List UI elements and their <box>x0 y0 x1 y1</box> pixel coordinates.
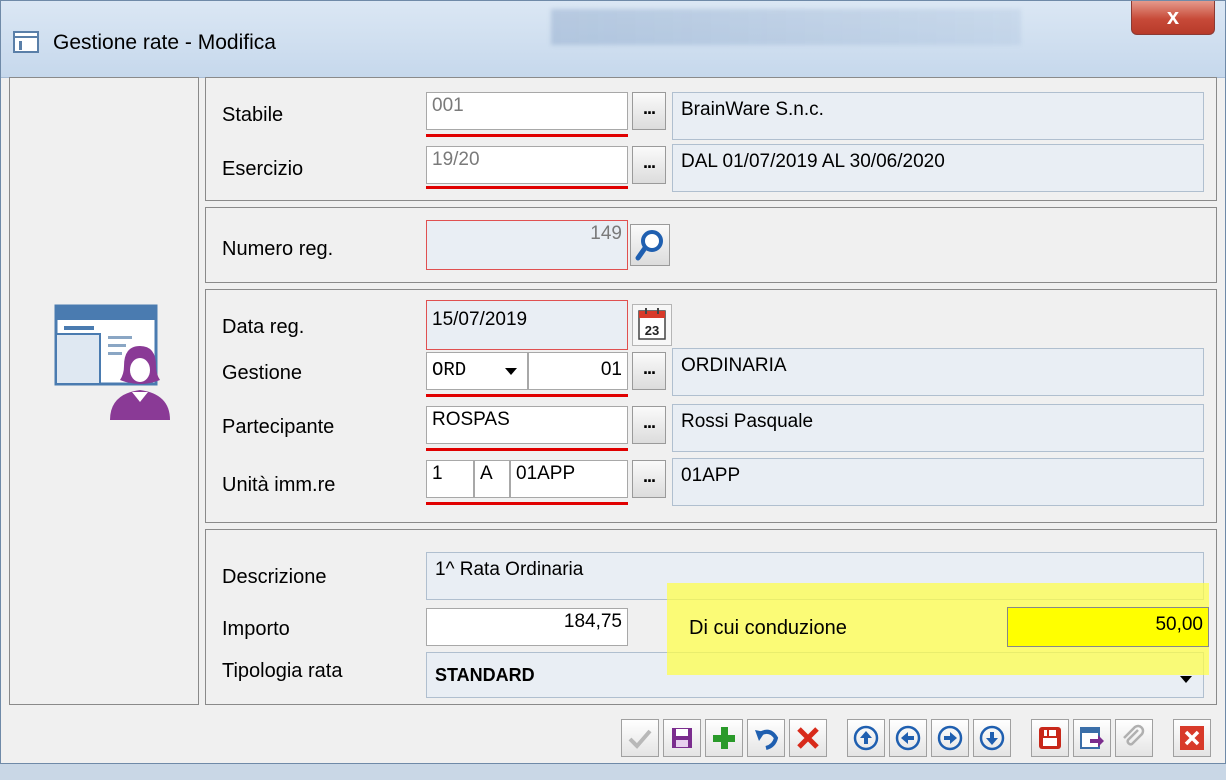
gestione-type-select[interactable]: ORD <box>426 352 528 390</box>
attach-icon <box>1123 724 1145 746</box>
user-form-icon <box>54 304 170 420</box>
unita-label: Unità imm.re <box>222 474 336 496</box>
unita-part1-input[interactable]: 1 <box>426 460 474 498</box>
required-underline <box>426 448 628 451</box>
importo-input[interactable]: 184,75 <box>426 608 628 646</box>
gestione-label: Gestione <box>222 362 303 384</box>
confirm-button[interactable] <box>621 719 659 757</box>
required-underline <box>426 394 628 397</box>
data-reg-label: Data reg. <box>222 316 305 338</box>
unita-part3-input[interactable]: 01APP <box>510 460 628 498</box>
save-icon <box>672 728 692 748</box>
close-icon <box>1180 726 1204 750</box>
youtube-icon <box>1039 727 1061 749</box>
export-icon <box>1080 727 1104 749</box>
descrizione-label: Descrizione <box>222 566 327 588</box>
save-button[interactable] <box>663 719 701 757</box>
partecipante-label: Partecipante <box>222 416 335 438</box>
calendar-icon: 23 <box>638 308 666 340</box>
gestione-code-input[interactable]: 01 <box>528 352 628 390</box>
title-bar: Gestione rate - Modifica x <box>1 1 1225 78</box>
importo-label: Importo <box>222 618 290 640</box>
arrow-left-icon <box>895 725 921 751</box>
unita-lookup-button[interactable]: ... <box>632 460 666 498</box>
calendar-day: 23 <box>645 323 659 338</box>
partecipante-code-input[interactable]: ROSPAS <box>426 406 628 444</box>
arrow-down-icon <box>979 725 1005 751</box>
undo-icon <box>755 729 779 750</box>
gestione-lookup-button[interactable]: ... <box>632 352 666 390</box>
stabile-lookup-button[interactable]: ... <box>632 92 666 130</box>
arrow-right-icon <box>937 725 963 751</box>
search-icon <box>635 230 663 261</box>
check-icon <box>628 729 652 749</box>
window-title: Gestione rate - Modifica <box>53 31 276 54</box>
unita-part2-input[interactable]: A <box>474 460 510 498</box>
required-underline <box>426 186 628 189</box>
close-window-button[interactable]: x <box>1131 1 1215 35</box>
export-button[interactable] <box>1073 719 1111 757</box>
add-button[interactable] <box>705 719 743 757</box>
group-numero-reg: Numero reg. 149 <box>205 207 1217 283</box>
attach-button[interactable] <box>1115 719 1153 757</box>
tipologia-value: STANDARD <box>435 665 535 685</box>
stabile-code-input[interactable]: 001 <box>426 92 628 130</box>
first-record-button[interactable] <box>847 719 885 757</box>
video-help-button[interactable] <box>1031 719 1069 757</box>
stabile-label: Stabile <box>222 104 284 126</box>
group-stabile: Stabile 001 ... BrainWare S.n.c. Eserciz… <box>205 77 1217 201</box>
group-dettagli: Data reg. 15/07/2019 23 Gestione ORD 01 … <box>205 289 1217 523</box>
bottom-toolbar <box>1 709 1225 763</box>
calendar-button[interactable]: 23 <box>632 304 672 346</box>
arrow-up-icon <box>853 725 879 751</box>
conduzione-input[interactable]: 50,00 <box>1007 607 1209 647</box>
esercizio-code-input[interactable]: 19/20 <box>426 146 628 184</box>
undo-button[interactable] <box>747 719 785 757</box>
numero-reg-label: Numero reg. <box>222 238 334 260</box>
left-icon-panel <box>9 77 199 705</box>
unita-description: 01APP <box>672 458 1204 506</box>
esercizio-lookup-button[interactable]: ... <box>632 146 666 184</box>
background-window-ghost <box>551 9 1021 45</box>
next-record-button[interactable] <box>931 719 969 757</box>
add-icon <box>713 727 735 749</box>
stabile-description: BrainWare S.n.c. <box>672 92 1204 140</box>
required-underline <box>426 502 628 505</box>
last-record-button[interactable] <box>973 719 1011 757</box>
conduzione-label: Di cui conduzione <box>689 617 847 639</box>
partecipante-description: Rossi Pasquale <box>672 404 1204 452</box>
previous-record-button[interactable] <box>889 719 927 757</box>
tipologia-label: Tipologia rata <box>222 660 343 682</box>
search-button[interactable] <box>630 224 670 266</box>
required-underline <box>426 134 628 137</box>
delete-icon <box>797 727 819 749</box>
close-form-button[interactable] <box>1173 719 1211 757</box>
partecipante-lookup-button[interactable]: ... <box>632 406 666 444</box>
chevron-down-icon <box>505 368 517 375</box>
numero-reg-input[interactable]: 149 <box>426 220 628 270</box>
esercizio-description: DAL 01/07/2019 AL 30/06/2020 <box>672 144 1204 192</box>
delete-button[interactable] <box>789 719 827 757</box>
esercizio-label: Esercizio <box>222 158 304 180</box>
window-icon <box>13 31 39 53</box>
gestione-description: ORDINARIA <box>672 348 1204 396</box>
chevron-down-icon <box>1180 676 1192 683</box>
window: Gestione rate - Modifica x Stabile 001 .… <box>0 0 1226 764</box>
data-reg-input[interactable]: 15/07/2019 <box>426 300 628 350</box>
gestione-type-value: ORD <box>432 359 467 381</box>
